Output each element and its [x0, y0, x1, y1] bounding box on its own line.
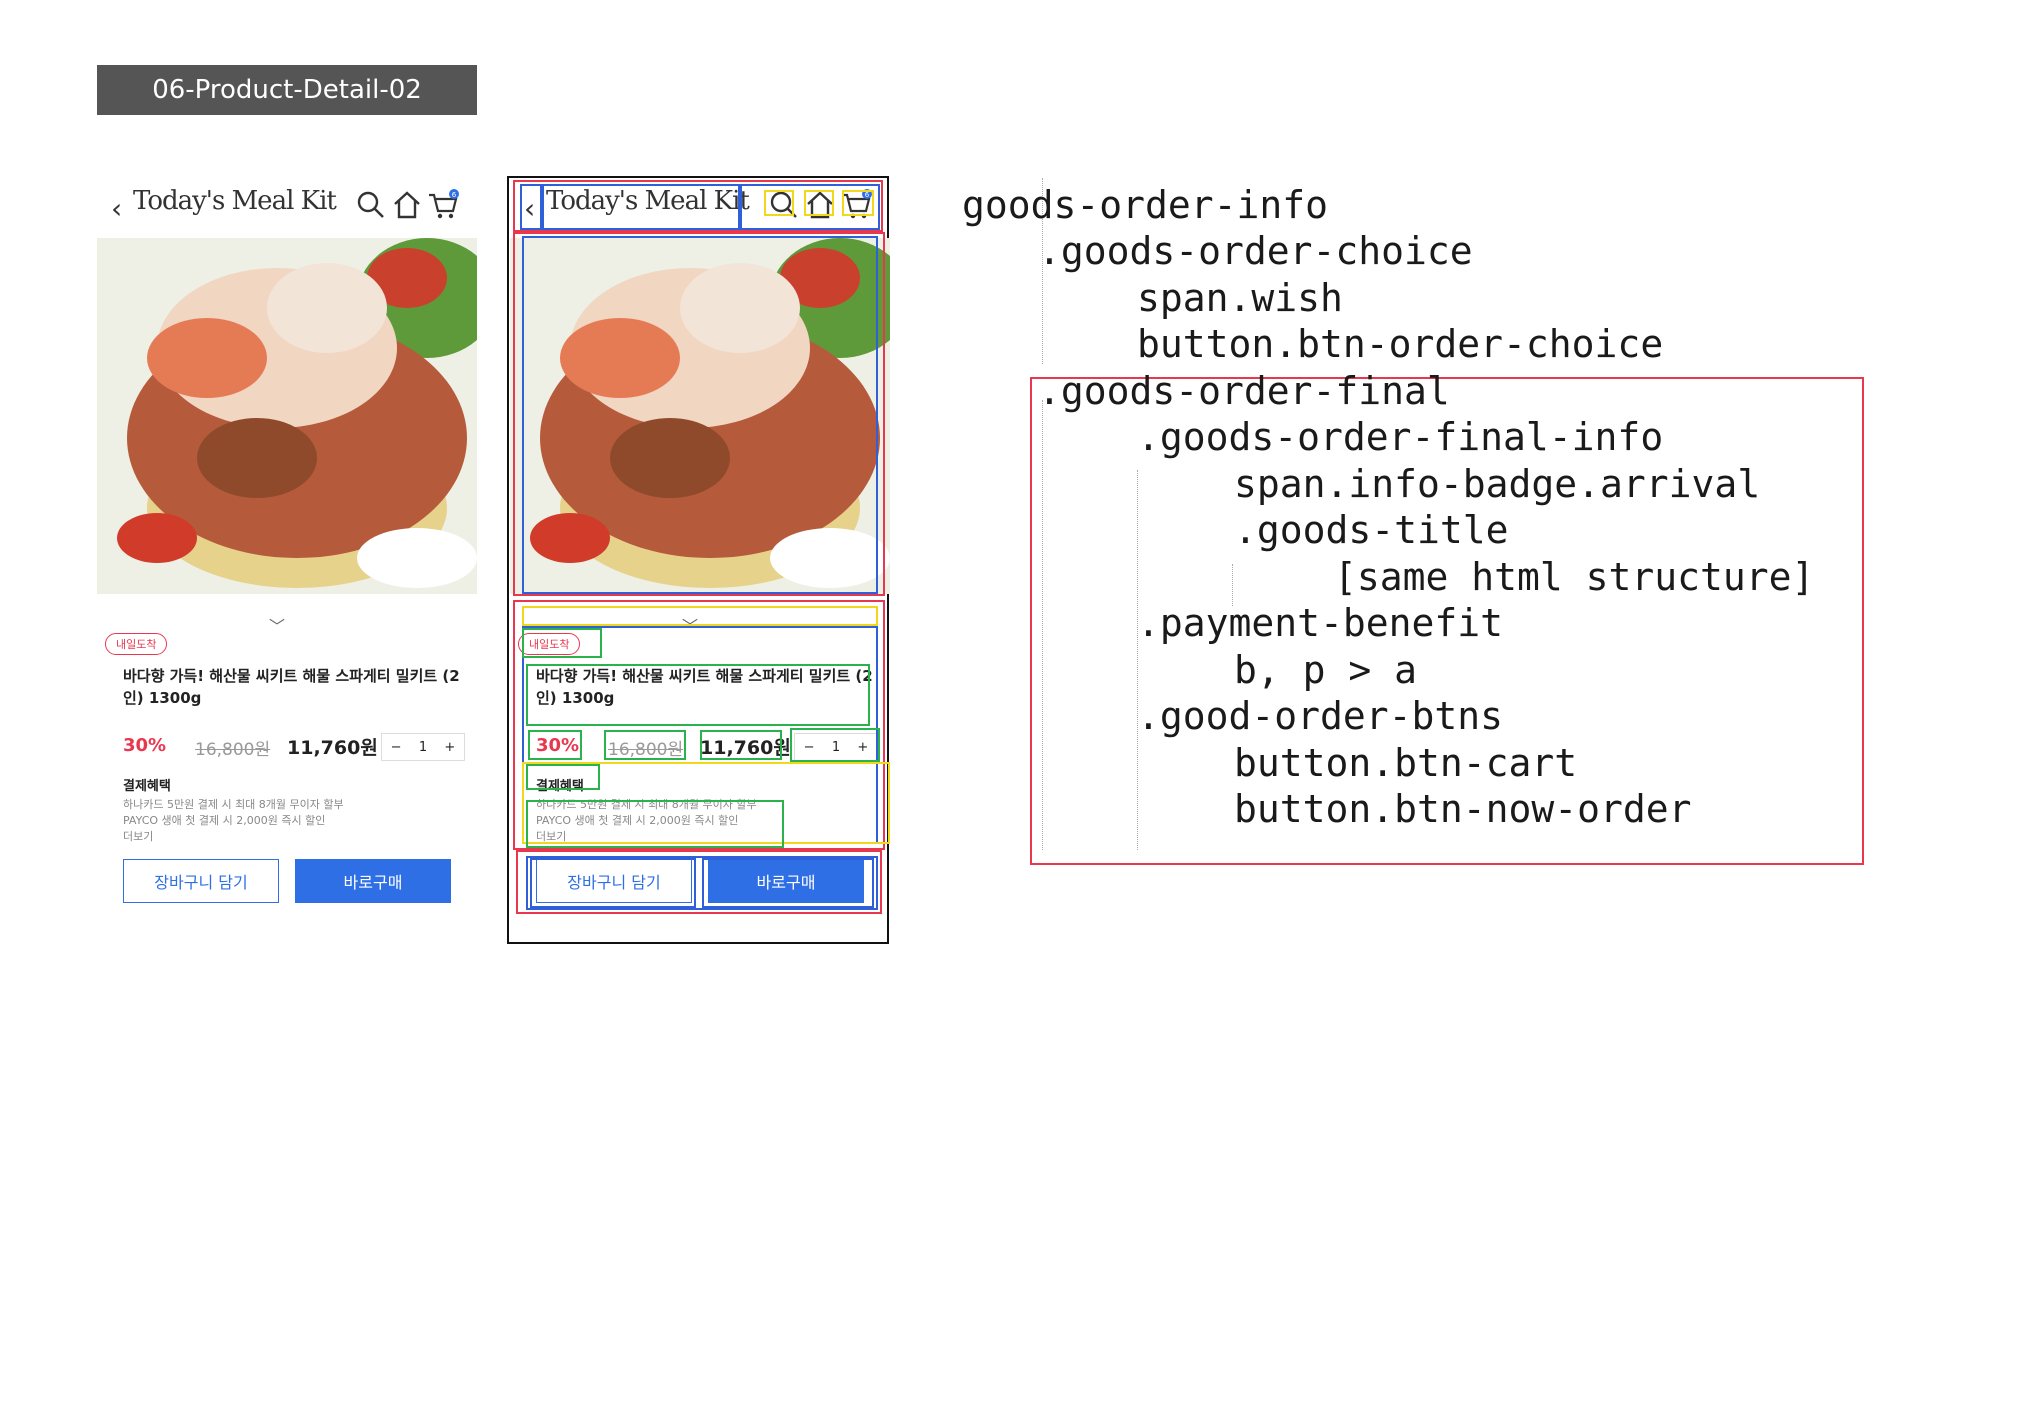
back-icon[interactable]: ‹: [111, 192, 122, 225]
qty-value: 1: [831, 739, 841, 755]
code-line: .goods-order-choice: [1038, 229, 1473, 273]
annotated-product-detail: ‹ Today's Meal Kit 6 ﹀ 내일도착 바다향 가득! 해산물 …: [510, 178, 890, 903]
seafood-pasta-image: [510, 238, 890, 594]
cart-icon[interactable]: 6: [427, 189, 459, 221]
benefit-line: 하나카드 5만원 결제 시 최대 8개월 무이자 할부: [536, 798, 757, 811]
code-line: button.btn-order-choice: [1137, 322, 1664, 366]
arrival-badge: 내일도착: [518, 633, 581, 655]
search-icon[interactable]: [768, 189, 800, 221]
code-line: b, p > a: [1234, 648, 1418, 692]
product-image: [510, 238, 890, 594]
cart-button[interactable]: 장바구니 담기: [123, 859, 279, 903]
qty-minus-button[interactable]: −: [804, 740, 815, 755]
app-header: ‹ Today's Meal Kit 6: [510, 178, 890, 236]
original-price: 16,800원: [608, 740, 684, 760]
home-icon[interactable]: [804, 189, 836, 221]
html-structure-listing: goods-order-info .goods-order-choice spa…: [962, 182, 1814, 880]
benefit-line: 하나카드 5만원 결제 시 최대 8개월 무이자 할부: [123, 798, 344, 811]
code-line: button.btn-cart: [1234, 741, 1578, 785]
mockup-product-detail: ‹ Today's Meal Kit 6 ﹀ 내일도착 바다향 가득! 해산물 …: [97, 178, 477, 903]
discount-rate: 30%: [536, 735, 580, 756]
payment-benefit-title: 결제혜택: [536, 779, 584, 794]
page-label: 06-Product-Detail-02: [97, 65, 477, 115]
qty-plus-button[interactable]: +: [444, 740, 455, 755]
buy-now-button[interactable]: 바로구매: [295, 859, 451, 903]
quantity-stepper[interactable]: − 1 +: [794, 733, 878, 761]
brand-logo: Today's Meal Kit: [133, 186, 337, 216]
app-header: ‹ Today's Meal Kit 6: [97, 178, 477, 236]
search-icon[interactable]: [355, 189, 387, 221]
qty-plus-button[interactable]: +: [857, 740, 868, 755]
price-row: 30% 16,800원 11,760원 − 1 +: [536, 733, 878, 761]
qty-value: 1: [418, 739, 428, 755]
seafood-pasta-image: [97, 238, 477, 594]
order-buttons: 장바구니 담기 바로구매: [536, 859, 866, 905]
qty-minus-button[interactable]: −: [391, 740, 402, 755]
chevron-down-icon[interactable]: ﹀: [682, 613, 698, 637]
payment-benefit: 하나카드 5만원 결제 시 최대 8개월 무이자 할부 PAYCO 생애 첫 결…: [536, 797, 876, 845]
benefit-line: PAYCO 생애 첫 결제 시 2,000원 즉시 할인: [536, 814, 739, 827]
goods-title: 바다향 가득! 해산물 씨키트 해물 스파게티 밀키트 (2인) 1300g: [536, 667, 873, 707]
brand-logo: Today's Meal Kit: [546, 186, 750, 216]
code-line: span.wish: [1137, 276, 1343, 320]
benefit-line: PAYCO 생애 첫 결제 시 2,000원 즉시 할인: [123, 814, 326, 827]
code-line: goods-order-info: [962, 183, 1329, 227]
original-price: 16,800원: [195, 740, 271, 760]
chevron-down-icon[interactable]: ﹀: [269, 613, 285, 637]
buy-now-button[interactable]: 바로구매: [708, 859, 864, 903]
code-line: [same html structure]: [1334, 555, 1815, 599]
cart-icon[interactable]: 6: [840, 189, 872, 221]
payment-benefit: 하나카드 5만원 결제 시 최대 8개월 무이자 할부 PAYCO 생애 첫 결…: [123, 797, 463, 845]
payment-benefit-title: 결제혜택: [123, 779, 171, 794]
goods-title: 바다향 가득! 해산물 씨키트 해물 스파게티 밀키트 (2인) 1300g: [123, 667, 460, 707]
arrival-badge: 내일도착: [105, 633, 168, 655]
more-link[interactable]: 더보기: [123, 829, 463, 845]
code-line: button.btn-now-order: [1234, 787, 1692, 831]
code-line: .goods-order-final: [1038, 369, 1450, 413]
home-icon[interactable]: [391, 189, 423, 221]
discount-rate: 30%: [123, 735, 167, 756]
code-line: .goods-title: [1234, 508, 1509, 552]
sale-price: 11,760원: [700, 737, 791, 759]
code-line: .good-order-btns: [1137, 694, 1504, 738]
back-icon[interactable]: ‹: [524, 192, 535, 225]
cart-badge-count: 6: [865, 191, 870, 199]
code-line: .payment-benefit: [1137, 601, 1504, 645]
order-buttons: 장바구니 담기 바로구매: [123, 859, 453, 905]
code-line: .goods-order-final-info: [1137, 415, 1664, 459]
cart-button[interactable]: 장바구니 담기: [536, 859, 692, 903]
price-row: 30% 16,800원 11,760원 − 1 +: [123, 733, 465, 761]
sale-price: 11,760원: [287, 737, 378, 759]
code-line: span.info-badge.arrival: [1234, 462, 1761, 506]
product-image: [97, 238, 477, 594]
quantity-stepper[interactable]: − 1 +: [381, 733, 465, 761]
cart-badge-count: 6: [452, 191, 457, 199]
more-link[interactable]: 더보기: [536, 829, 876, 845]
